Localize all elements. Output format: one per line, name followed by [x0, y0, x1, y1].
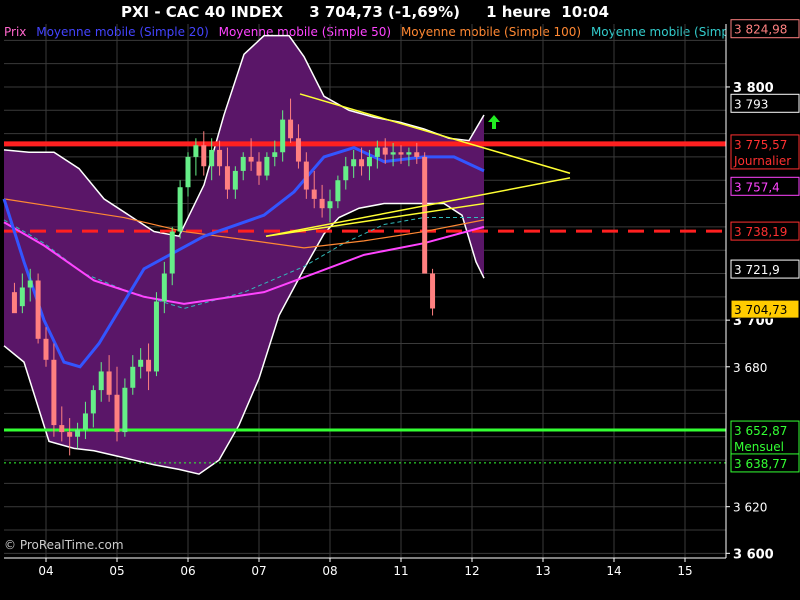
candle-body: [335, 180, 341, 202]
candle-body: [319, 198, 325, 209]
candle-body: [256, 161, 262, 176]
price-label-text: 3 775,57: [734, 138, 787, 152]
candle-body: [359, 159, 365, 167]
price-label-text: 3 638,77: [734, 457, 787, 471]
price-label-text: 3 704,73: [734, 303, 787, 317]
candle-body: [280, 119, 286, 153]
copyright-text: © ProRealTime.com: [4, 538, 124, 552]
candle-body: [240, 156, 246, 171]
y-tick-label: 3 800: [733, 81, 774, 96]
candle-body: [217, 149, 223, 167]
candle-body: [422, 156, 428, 274]
x-tick-label: 12: [464, 564, 479, 578]
candle-body: [75, 429, 81, 437]
x-tick-label: 15: [677, 564, 692, 578]
candle-body: [288, 119, 294, 139]
candle-body: [406, 152, 412, 155]
candle-body: [43, 338, 49, 360]
candle-body: [161, 273, 167, 302]
candle-body: [169, 231, 175, 274]
y-tick-label: 3 620: [733, 501, 767, 515]
candle-body: [185, 156, 191, 188]
candle-body: [138, 359, 144, 367]
candle-body: [130, 366, 136, 388]
price-label-subtext: Mensuel: [734, 440, 784, 454]
price-label: 3 775,57 Journalier: [730, 134, 800, 170]
candle-body: [153, 301, 159, 372]
candle-body: [224, 166, 230, 190]
x-tick-label: 14: [606, 564, 621, 578]
candle-body: [90, 390, 96, 414]
price-label: 3 704,73: [730, 299, 800, 319]
candle-body: [248, 156, 254, 162]
price-label-subtext: Journalier: [733, 154, 791, 168]
price-label: 3 721,9: [730, 259, 800, 279]
candle-body: [430, 273, 436, 309]
up-arrow-icon: [488, 114, 500, 129]
price-label: 3 652,87 Mensuel: [730, 420, 800, 456]
price-label: 3 824,98: [730, 19, 800, 39]
price-label-text: 3 738,19: [734, 225, 787, 239]
candle-body: [59, 425, 65, 433]
candle-body: [343, 166, 349, 181]
price-label-text: 3 721,9: [734, 263, 780, 277]
candle-body: [35, 280, 41, 339]
candle-body: [67, 432, 73, 437]
candle-body: [295, 138, 301, 162]
price-label-text: 3 757,4: [734, 180, 780, 194]
candle-body: [272, 152, 278, 157]
x-tick-label: 06: [180, 564, 195, 578]
price-label: 3 638,77: [730, 453, 800, 473]
x-tick-label: 05: [109, 564, 124, 578]
candle-body: [398, 152, 404, 155]
x-tick-label: 08: [322, 564, 337, 578]
candle-body: [19, 287, 25, 307]
bollinger-fill: [4, 35, 484, 475]
candle-body: [374, 147, 380, 157]
candle-body: [232, 170, 238, 190]
candle-body: [27, 280, 33, 288]
candle-body: [311, 189, 317, 199]
candlestick-chart: 04 05 06 07 08 11 12 13 14 153 6003 6203 6803 700…: [2, 19, 800, 578]
x-tick-label: 11: [393, 564, 408, 578]
candle-body: [106, 371, 112, 395]
price-label-text: 3 824,98: [734, 23, 787, 37]
y-tick-label: 3 680: [733, 361, 767, 375]
y-tick-label: 3 600: [733, 547, 774, 562]
candle-body: [193, 145, 199, 157]
candle-body: [201, 145, 207, 167]
candle-body: [382, 147, 388, 155]
candle-body: [264, 156, 270, 176]
x-tick-label: 13: [535, 564, 550, 578]
candle-body: [51, 359, 57, 426]
candle-body: [390, 152, 396, 155]
candle-body: [414, 152, 420, 157]
price-label-text: 3 793: [734, 97, 768, 111]
candle-body: [146, 359, 152, 372]
candle-body: [98, 371, 104, 391]
price-label-text: 3 652,87: [734, 424, 787, 438]
candle-body: [209, 149, 215, 167]
candle-body: [11, 292, 17, 314]
candle-body: [122, 387, 128, 433]
price-label: 3 738,19: [730, 221, 800, 241]
candle-body: [303, 161, 309, 190]
candle-body: [327, 201, 333, 209]
price-label: 3 757,4: [730, 176, 800, 196]
candle-body: [114, 394, 120, 433]
x-tick-label: 07: [251, 564, 266, 578]
candle-body: [82, 413, 88, 430]
candle-body: [177, 187, 183, 232]
candle-body: [351, 159, 357, 167]
price-label: 3 793: [730, 93, 800, 113]
candle-body: [366, 156, 372, 167]
x-tick-label: 04: [38, 564, 53, 578]
